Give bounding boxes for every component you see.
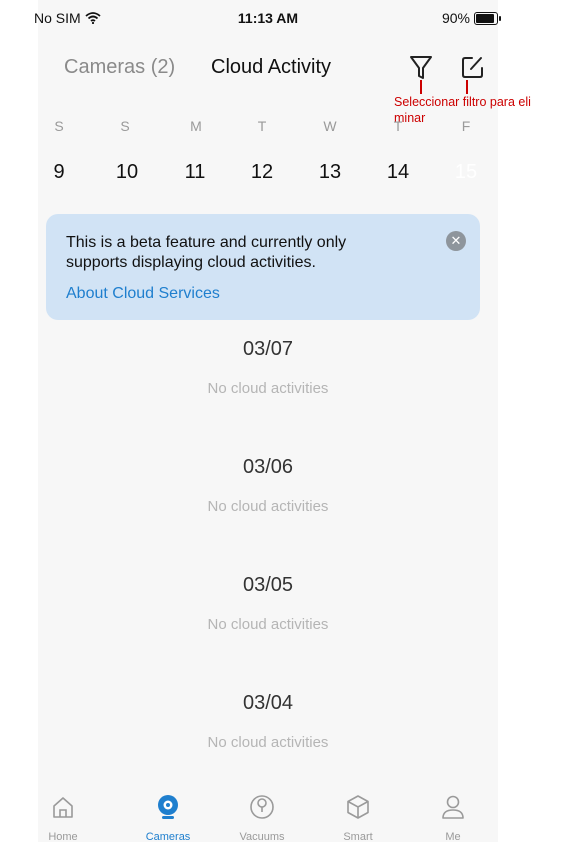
activity-day: 03/04 No cloud activities — [38, 692, 498, 751]
filter-icon[interactable] — [406, 52, 436, 82]
beta-banner: This is a beta feature and currently onl… — [46, 214, 480, 320]
banner-message: This is a beta feature and currently onl… — [66, 234, 347, 271]
date-item[interactable]: 13 — [310, 155, 350, 189]
weekday-label: W — [323, 118, 337, 134]
battery-label: 90% — [441, 10, 470, 26]
activity-empty-text: No cloud activities — [207, 380, 329, 397]
home-icon — [53, 797, 73, 818]
person-icon — [442, 795, 464, 819]
close-icon[interactable]: ✕ — [446, 231, 466, 251]
activity-empty-text: No cloud activities — [207, 734, 329, 751]
activity-day: 03/07 No cloud activities — [38, 338, 498, 397]
date-item[interactable]: 14 — [378, 155, 418, 189]
status-right: 90% — [441, 10, 501, 26]
tab-bar: Home Cameras Vacuums Smart Me — [38, 782, 498, 843]
phone-screen: No SIM 11:13 AM 90% Cameras (2) Cloud Ac… — [34, 0, 531, 843]
date-label: 11 — [184, 161, 206, 183]
weekday-label: F — [461, 118, 471, 134]
annotation-pointer-edit — [466, 80, 468, 94]
cube-icon — [347, 795, 369, 819]
activity-date: 03/06 — [242, 456, 294, 478]
date-label: 13 — [318, 161, 342, 183]
weekday-label: S — [54, 118, 64, 134]
date-label: 15 — [454, 161, 478, 183]
date-item[interactable]: 11 — [175, 155, 215, 189]
weekday-label: T — [393, 118, 403, 134]
tab-me-label: Me — [445, 831, 461, 843]
annotation-pointer-filter — [420, 80, 422, 94]
activity-date: 03/04 — [242, 692, 294, 714]
tab-vacuums[interactable]: Vacuums — [232, 792, 292, 843]
activity-date: 03/05 — [242, 574, 294, 596]
activity-day: 03/05 No cloud activities — [38, 574, 498, 633]
tab-cloud-activity[interactable]: Cloud Activity — [211, 56, 331, 79]
date-label: 10 — [115, 161, 139, 183]
date-item-selected[interactable]: 15 — [446, 153, 486, 191]
tab-vacuums-label: Vacuums — [239, 831, 285, 843]
header: Cameras (2) Cloud Activity — [38, 52, 498, 84]
vacuum-icon — [250, 795, 274, 819]
activity-day: 03/06 No cloud activities — [38, 456, 498, 515]
date-label: 14 — [386, 161, 410, 183]
activity-date: 03/07 — [242, 338, 294, 360]
battery-icon — [474, 11, 501, 25]
tab-cameras-nav[interactable]: Cameras — [138, 792, 198, 843]
tab-cameras[interactable]: Cameras (2) — [64, 56, 175, 79]
weekday-label: S — [120, 118, 130, 134]
status-bar: No SIM 11:13 AM 90% — [34, 0, 501, 36]
tab-cameras-label: Cameras — [145, 831, 191, 843]
date-row: 9 10 11 12 13 14 15 — [38, 153, 498, 191]
tab-home[interactable]: Home — [33, 792, 93, 843]
camera-icon — [158, 795, 178, 819]
weekday-label: M — [190, 118, 202, 134]
annotation-line-1: Seleccionar filtro para eli — [394, 95, 531, 109]
about-cloud-services-link[interactable]: About Cloud Services — [66, 285, 220, 303]
date-label: 12 — [250, 161, 274, 183]
edit-icon[interactable] — [458, 52, 488, 82]
date-item[interactable]: 9 — [39, 155, 79, 189]
tab-home-label: Home — [48, 831, 78, 843]
date-label: 9 — [53, 161, 65, 183]
activity-empty-text: No cloud activities — [207, 616, 329, 633]
weekday-row: S S M T W T F — [38, 118, 498, 136]
tab-me[interactable]: Me — [423, 792, 483, 843]
status-time: 11:13 AM — [237, 10, 299, 26]
activity-empty-text: No cloud activities — [207, 498, 329, 515]
date-item[interactable]: 10 — [107, 155, 147, 189]
tab-smart-label: Smart — [343, 831, 373, 843]
tab-smart[interactable]: Smart — [328, 792, 388, 843]
date-item[interactable]: 12 — [242, 155, 282, 189]
weekday-label: T — [257, 118, 267, 134]
